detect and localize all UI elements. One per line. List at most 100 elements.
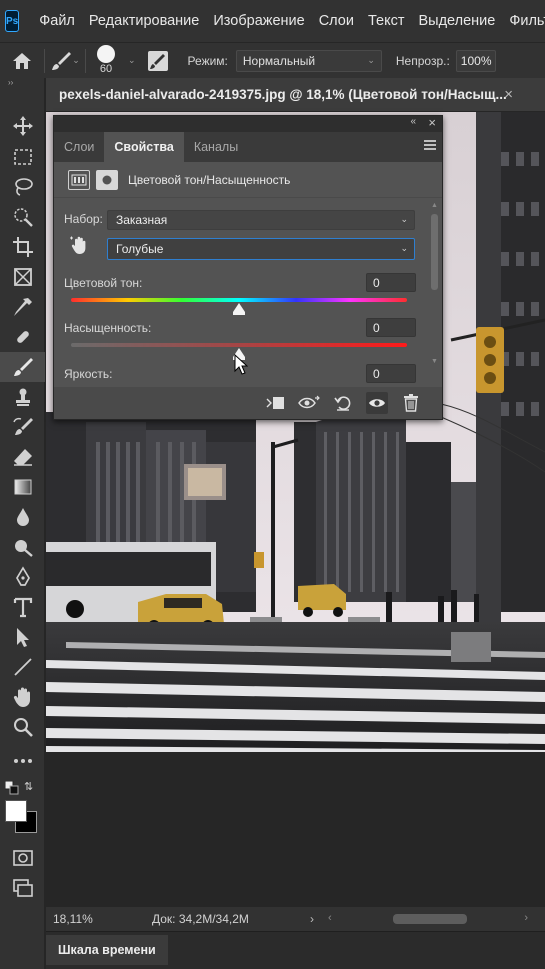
tab-layers[interactable]: Слои [54,132,104,162]
menu-bar: Ps Файл Редактирование Изображение Слои … [0,0,545,42]
line-tool-icon[interactable] [0,652,45,682]
pen-tool-icon[interactable] [0,562,45,592]
panel-footer [54,387,442,419]
scrollbar-thumb[interactable] [431,214,438,290]
panel-menu-icon[interactable] [424,140,436,150]
status-bar: 18,11% Док: 34,2M/34,2M › ‹ › [46,907,545,931]
toolbar-collapse-icon[interactable]: ›› [0,78,44,90]
scroll-left-icon[interactable]: ‹ [328,912,332,924]
status-menu-icon[interactable]: › [310,912,314,926]
crop-tool-icon[interactable] [0,232,45,262]
close-panel-icon[interactable]: × [428,115,436,130]
clip-to-layer-icon[interactable] [264,392,286,414]
collapse-panel-icon[interactable]: « [410,116,416,127]
lasso-tool-icon[interactable] [0,172,45,202]
options-bar: ⌄ 60 ⌄ Режим: Нормальный ⌄ Непрозр.: 100… [0,42,545,78]
menu-select[interactable]: Выделение [411,13,502,29]
brush-settings-icon[interactable] [136,43,180,79]
blur-tool-icon[interactable] [0,502,45,532]
reset-adjustment-icon[interactable] [332,392,354,414]
healing-brush-tool-icon[interactable] [0,322,45,352]
scroll-right-icon[interactable]: › [524,912,528,924]
screen-mode-icon[interactable] [0,873,45,903]
delete-layer-icon[interactable] [400,392,422,414]
quick-mask-icon[interactable] [0,843,45,873]
chevron-down-icon: ⌄ [367,55,375,65]
horizontal-scrollbar[interactable]: ‹ › [328,912,528,926]
panel-tabs: Слои Свойства Каналы [54,132,442,162]
frame-tool-icon[interactable] [0,262,45,292]
lightness-label: Яркость: [64,367,113,381]
toggle-visibility-icon[interactable] [366,392,388,414]
layer-mask-icon[interactable] [96,169,118,190]
default-colors-icon[interactable] [4,780,19,795]
document-tab[interactable]: pexels-daniel-alvarado-2419375.jpg @ 18,… [46,78,545,112]
saturation-label: Насыщенность: [64,321,152,335]
brush-tool-icon[interactable] [0,352,45,382]
menu-items: Файл Редактирование Изображение Слои Тек… [32,13,545,29]
quick-selection-tool-icon[interactable] [0,202,45,232]
marquee-tool-icon[interactable] [0,142,45,172]
eyedropper-tool-icon[interactable] [0,292,45,322]
preset-select[interactable]: Заказная ⌄ [107,210,415,230]
tab-properties[interactable]: Свойства [104,132,184,162]
path-selection-tool-icon[interactable] [0,622,45,652]
panel-titlebar[interactable]: « × [54,115,442,132]
hue-label: Цветовой тон: [64,276,143,290]
zoom-level[interactable]: 18,11% [46,912,102,926]
tab-timeline[interactable]: Шкала времени [46,935,168,965]
more-tools-icon[interactable] [0,746,45,776]
menu-file[interactable]: Файл [32,13,82,29]
properties-panel: « × Слои Свойства Каналы Цветовой тон/На… [53,115,443,420]
scroll-down-icon[interactable]: ▼ [431,358,438,365]
document-info: Док: 34,2M/34,2M [152,912,249,926]
zoom-tool-icon[interactable] [0,712,45,742]
hand-tool-icon[interactable] [0,682,45,712]
mouse-cursor-icon [234,353,249,379]
eraser-tool-icon[interactable] [0,442,45,472]
type-tool-icon[interactable] [0,592,45,622]
foreground-color-swatch[interactable] [5,800,27,822]
swap-colors-icon[interactable]: ⇅ [24,780,38,794]
channel-value: Голубые [116,242,164,256]
hue-slider-thumb[interactable] [233,303,245,315]
channel-select[interactable]: Голубые ⌄ [107,238,415,260]
adjustment-controls: Набор: Заказная ⌄ Голубые ⌄ Цветовой тон… [54,198,442,383]
tab-channels[interactable]: Каналы [184,132,248,162]
chevron-down-icon: ⌄ [400,214,408,224]
chevron-down-icon[interactable]: ⌄ [128,55,136,66]
adjustment-layer-icon[interactable] [68,169,90,190]
blend-mode-select[interactable]: Нормальный ⌄ [235,49,382,72]
move-tool-icon[interactable] [0,111,45,141]
document-title: pexels-daniel-alvarado-2419375.jpg @ 18,… [59,87,507,102]
gradient-tool-icon[interactable] [0,472,45,502]
panel-scrollbar[interactable]: ▲ ▼ [429,200,439,370]
brush-size-value: 60 [99,62,113,75]
close-icon[interactable]: × [504,86,513,103]
targeted-adjustment-hand-icon[interactable] [68,234,90,256]
history-brush-tool-icon[interactable] [0,412,45,442]
dodge-tool-icon[interactable] [0,532,45,562]
saturation-slider-track[interactable] [71,343,407,347]
horizontal-scrollbar-thumb[interactable] [393,914,467,924]
scroll-up-icon[interactable]: ▲ [431,202,438,209]
hue-slider-track[interactable] [71,298,407,302]
menu-image[interactable]: Изображение [206,13,311,29]
saturation-field[interactable]: 0 [366,318,416,337]
menu-filter[interactable]: Фильтр [502,13,545,29]
menu-layers[interactable]: Слои [312,13,361,29]
view-previous-state-icon[interactable] [298,392,320,414]
brush-size-picker[interactable]: 60 [86,43,128,79]
brush-tip-icon [97,44,115,63]
clone-stamp-tool-icon[interactable] [0,382,45,412]
menu-type[interactable]: Текст [361,13,412,29]
home-icon[interactable] [0,43,44,79]
brush-preset-icon[interactable]: ⌄ [45,43,85,79]
hue-field[interactable]: 0 [366,273,416,292]
chevron-down-icon[interactable]: ⌄ [72,55,80,66]
menu-edit[interactable]: Редактирование [82,13,206,29]
opacity-field[interactable]: 100% [455,49,496,72]
lightness-field[interactable]: 0 [366,364,416,383]
blend-mode-value: Нормальный [242,53,316,68]
mode-label: Режим: [187,53,228,68]
